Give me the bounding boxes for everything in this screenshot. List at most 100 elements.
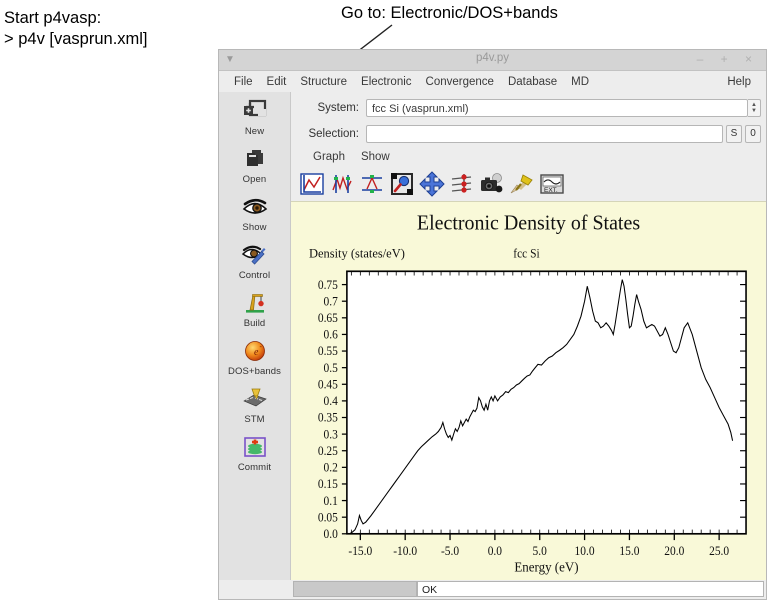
selection-label: Selection: <box>293 128 366 140</box>
chart-x-tick-label: -15.0 <box>348 545 372 558</box>
eye-wrench-icon <box>241 242 269 268</box>
sidebar-label-new: New <box>245 126 264 137</box>
sidebar-label-show: Show <box>242 222 266 233</box>
new-window-icon <box>241 98 269 124</box>
graph-axes-icon[interactable] <box>299 171 325 197</box>
menu-help[interactable]: Help <box>720 76 758 88</box>
chart-x-tick-label: 0.0 <box>488 545 502 558</box>
sidebar-item-stm[interactable]: STM <box>220 386 290 425</box>
chart-y-tick-label: 0.45 <box>318 378 338 391</box>
chart-y-tick-label: 0.4 <box>324 395 338 408</box>
data-points-icon[interactable] <box>449 171 475 197</box>
svg-text:e: e <box>254 347 259 358</box>
chart-xlabel: Energy (eV) <box>514 559 578 574</box>
content-pane: System: fcc Si (vasprun.xml) ▲▼ Selectio… <box>291 92 766 580</box>
menu-md[interactable]: MD <box>564 76 596 88</box>
selection-row: Selection: S 0 <box>293 123 761 144</box>
folder-icon <box>241 146 269 172</box>
dos-chart: Electronic Density of States Density (st… <box>291 202 766 580</box>
chart-ylabel: Density (states/eV) <box>309 246 405 260</box>
status-progress-block <box>293 581 417 597</box>
status-gap <box>221 581 293 597</box>
app-window: ▼ p4v.py – + × File Edit Structure Elect… <box>218 49 767 600</box>
chart-x-tick-label: 15.0 <box>619 545 639 558</box>
menu-electronic[interactable]: Electronic <box>354 76 419 88</box>
chart-y-tick-label: 0.35 <box>318 411 338 424</box>
window-title: p4v.py <box>219 52 766 64</box>
chart-y-tick-label: 0.25 <box>318 445 338 458</box>
annotation-start-instruction: Start p4vasp: > p4v [vasprun.xml] <box>4 8 148 50</box>
sidebar-item-new[interactable]: New <box>220 98 290 137</box>
eye-icon <box>241 194 269 220</box>
sidebar-item-dos-bands[interactable]: e - DOS+bands <box>220 338 290 377</box>
graph-submenu: Graph Show <box>305 148 766 166</box>
stm-tip-icon <box>241 386 269 412</box>
chart-y-tick-label: 0.7 <box>324 295 338 308</box>
chart-x-tick-label: -5.0 <box>441 545 459 558</box>
chart-x-tick-label: 5.0 <box>533 545 547 558</box>
chart-y-tick-label: 0.5 <box>324 362 338 375</box>
database-plus-icon <box>241 434 269 460</box>
sidebar-label-stm: STM <box>244 414 264 425</box>
annotation-goto-instruction: Go to: Electronic/DOS+bands <box>341 3 558 24</box>
chart-y-tick-label: 0.75 <box>318 279 338 292</box>
menu-database[interactable]: Database <box>501 76 564 88</box>
sidebar-label-build: Build <box>244 318 266 329</box>
spectrum-lines-icon[interactable] <box>329 171 355 197</box>
camera-snapshot-icon[interactable] <box>479 171 505 197</box>
peak-markers-icon[interactable] <box>359 171 385 197</box>
sidebar-item-commit[interactable]: Commit <box>220 434 290 473</box>
system-row: System: fcc Si (vasprun.xml) ▲▼ <box>293 97 761 118</box>
submenu-show[interactable]: Show <box>353 151 398 163</box>
menu-edit[interactable]: Edit <box>260 76 294 88</box>
selection-s-button[interactable]: S <box>726 125 742 143</box>
status-message: OK <box>417 581 764 597</box>
chart-y-tick-label: 0.15 <box>318 478 338 491</box>
window-controls[interactable]: – + × <box>697 52 759 66</box>
window-body: New Open Show <box>219 92 766 580</box>
window-titlebar: ▼ p4v.py – + × <box>219 50 766 71</box>
sidebar-label-dos-bands: DOS+bands <box>228 366 281 377</box>
pushpin-icon[interactable] <box>509 171 535 197</box>
chart-plot-frame <box>347 271 746 534</box>
pan-move-icon[interactable] <box>419 171 445 197</box>
submenu-graph[interactable]: Graph <box>305 151 353 163</box>
selection-zero-button[interactable]: 0 <box>745 125 761 143</box>
menu-structure[interactable]: Structure <box>293 76 354 88</box>
svg-text:EXT.: EXT. <box>544 187 558 194</box>
crane-icon <box>241 290 269 316</box>
chart-x-tick-label: 25.0 <box>709 545 729 558</box>
chart-y-tick-label: 0.1 <box>324 495 338 508</box>
chart-y-tick-label: 0.65 <box>318 312 338 325</box>
sidebar-item-show[interactable]: Show <box>220 194 290 233</box>
system-input[interactable]: fcc Si (vasprun.xml) <box>366 99 748 117</box>
menu-file[interactable]: File <box>227 76 260 88</box>
status-bar: OK <box>219 580 766 599</box>
chart-y-tick-label: 0.55 <box>318 345 338 358</box>
sidebar-label-open: Open <box>243 174 267 185</box>
sidebar-item-open[interactable]: Open <box>220 146 290 185</box>
chart-y-tick-label: 0.3 <box>324 428 338 441</box>
chart-title: Electronic Density of States <box>417 212 640 235</box>
plot-toolbar: EXT. <box>291 167 766 201</box>
chart-y-tick-label: 0.0 <box>324 528 338 541</box>
external-window-icon[interactable]: EXT. <box>539 171 565 197</box>
electron-sphere-icon: e - <box>241 338 269 364</box>
menu-convergence[interactable]: Convergence <box>419 76 501 88</box>
chart-subtitle: fcc Si <box>513 247 540 260</box>
plot-area[interactable]: Electronic Density of States Density (st… <box>291 201 766 580</box>
chart-y-tick-label: 0.05 <box>318 511 338 524</box>
sidebar-item-build[interactable]: Build <box>220 290 290 329</box>
chart-x-tick-label: 10.0 <box>575 545 595 558</box>
chart-y-tick-label: 0.2 <box>324 461 338 474</box>
sidebar-label-commit: Commit <box>238 462 271 473</box>
system-label: System: <box>293 102 366 114</box>
sidebar-label-control: Control <box>239 270 270 281</box>
selection-input[interactable] <box>366 125 723 143</box>
sidebar: New Open Show <box>219 92 291 580</box>
system-spinner[interactable]: ▲▼ <box>748 99 761 117</box>
sidebar-item-control[interactable]: Control <box>220 242 290 281</box>
menu-bar: File Edit Structure Electronic Convergen… <box>219 71 766 92</box>
zoom-magnifier-icon[interactable] <box>389 171 415 197</box>
chart-x-tick-label: 20.0 <box>664 545 684 558</box>
